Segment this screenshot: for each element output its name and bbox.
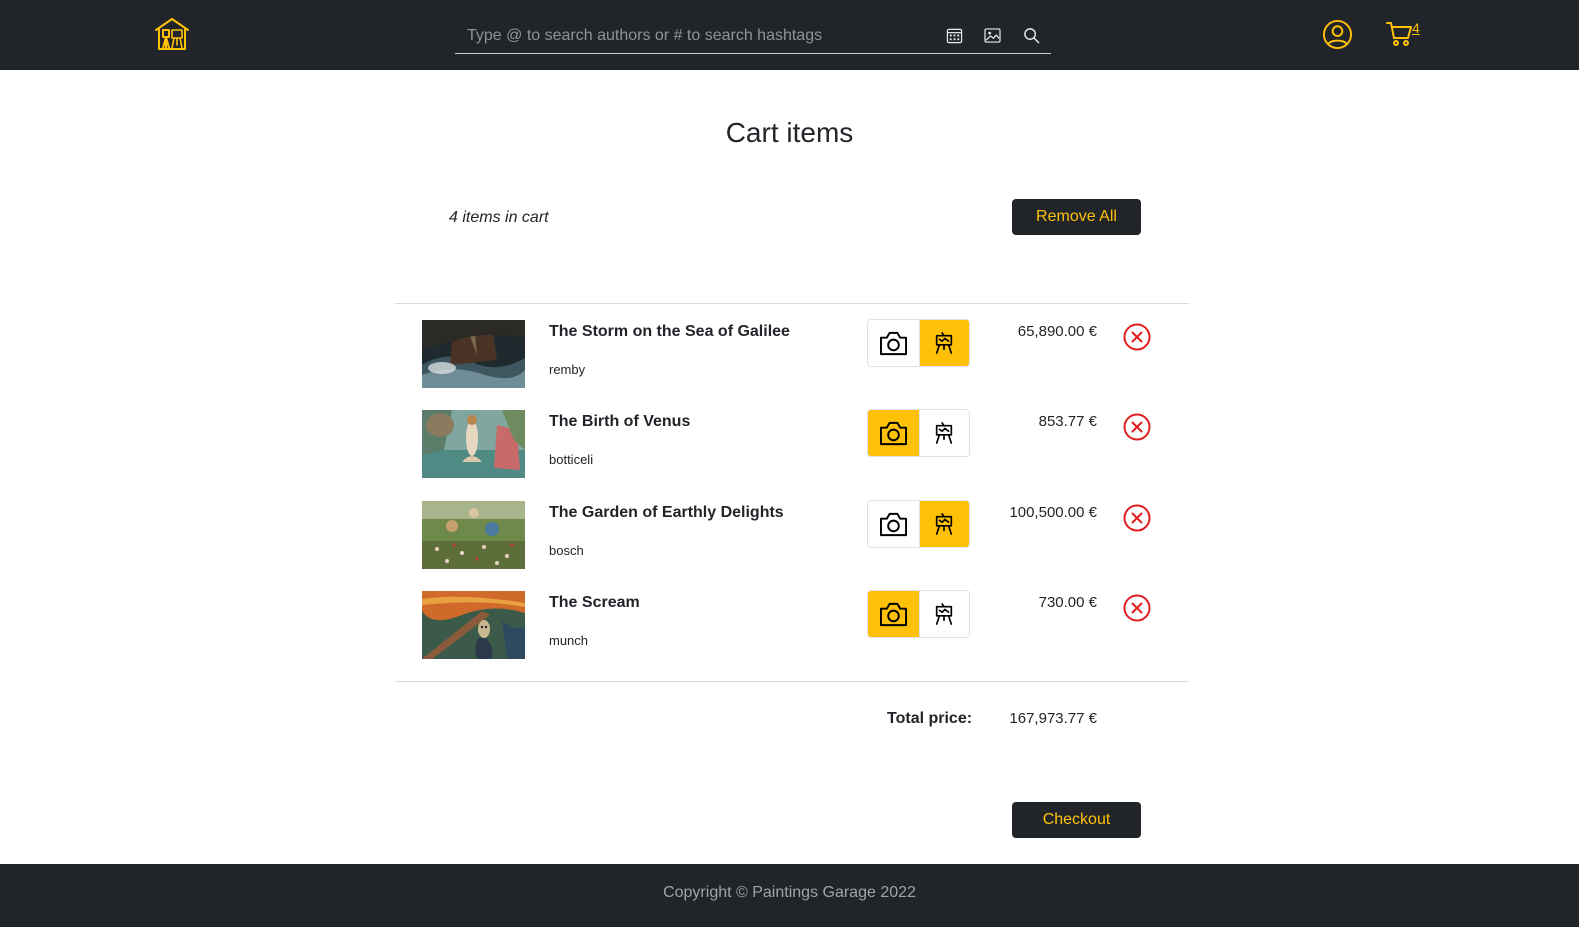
remove-all-button[interactable]: Remove All [1012,199,1141,235]
painting-thumbnail[interactable] [422,320,525,388]
item-author[interactable]: munch [549,633,588,648]
item-title[interactable]: The Storm on the Sea of Galilee [549,323,790,341]
remove-item-button[interactable] [1122,412,1152,442]
house-with-easel-icon[interactable] [154,17,190,51]
user-circle-icon[interactable] [1322,19,1353,50]
camera-icon[interactable] [868,591,919,637]
cart-icon [1386,22,1412,46]
search-bar [455,17,1051,54]
search-icon[interactable] [1019,23,1043,47]
item-title[interactable]: The Birth of Venus [549,413,690,431]
easel-icon[interactable] [918,320,969,366]
cart-item: The Birth of Venus botticeli 853.77 € [395,393,1189,484]
checkout-button[interactable]: Checkout [1012,802,1141,838]
easel-icon[interactable] [918,501,969,547]
format-toggle [867,500,970,548]
camera-icon[interactable] [868,410,919,456]
item-author[interactable]: remby [549,362,585,377]
item-title[interactable]: The Scream [549,594,640,612]
format-toggle [867,590,970,638]
image-icon[interactable] [980,23,1004,47]
items-count-text: 4 items in cart [449,209,549,226]
item-price: 853.77 € [1038,413,1097,430]
footer-copyright: Copyright © Paintings Garage 2022 [663,884,916,901]
calendar-icon[interactable] [942,23,966,47]
format-toggle [867,319,970,367]
painting-thumbnail[interactable] [422,501,525,569]
remove-item-button[interactable] [1122,503,1152,533]
cart-count-badge[interactable]: 4 [1412,20,1420,36]
item-author[interactable]: botticeli [549,452,593,467]
item-price: 100,500.00 € [1009,504,1097,521]
cart-link[interactable]: 4 [1386,20,1426,49]
format-toggle [867,409,970,457]
total-price-label: Total price: [887,710,973,727]
item-author[interactable]: bosch [549,543,584,558]
item-title[interactable]: The Garden of Earthly Delights [549,504,784,522]
painting-thumbnail[interactable] [422,591,525,659]
page-title: Cart items [725,117,854,148]
camera-icon[interactable] [868,320,919,366]
camera-icon[interactable] [868,501,919,547]
item-price: 730.00 € [1038,594,1097,611]
painting-thumbnail[interactable] [422,410,525,478]
cart-item: The Storm on the Sea of Galilee remby 65… [395,303,1189,394]
divider [395,681,1189,682]
easel-icon[interactable] [918,410,969,456]
item-price: 65,890.00 € [1017,323,1097,340]
easel-icon[interactable] [918,591,969,637]
cart-item: The Garden of Earthly Delights bosch 100… [395,484,1189,575]
cart-item: The Scream munch 730.00 € [395,574,1189,665]
search-input[interactable] [467,25,937,47]
navbar: 4 [0,0,1579,70]
remove-item-button[interactable] [1122,593,1152,623]
total-price-value: 167,973.77 € [1009,710,1097,727]
remove-item-button[interactable] [1122,322,1152,352]
